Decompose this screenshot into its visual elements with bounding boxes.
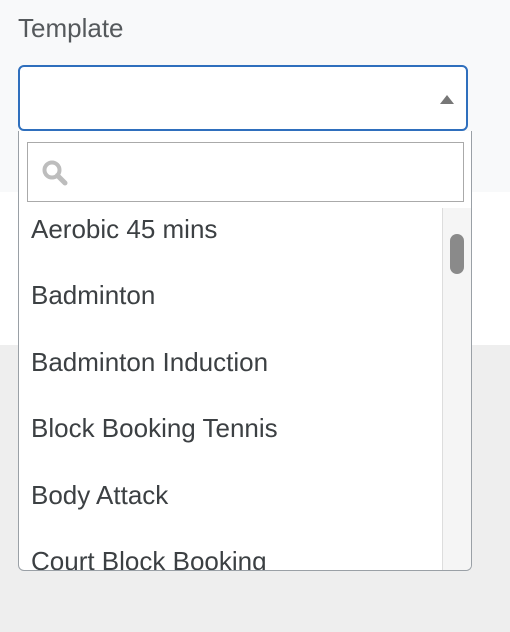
template-dropdown: Aerobic 45 mins Badminton Badminton Indu… (18, 131, 472, 571)
caret-up-icon (440, 95, 454, 104)
dropdown-search[interactable] (27, 142, 464, 202)
scrollbar-thumb[interactable] (450, 234, 464, 274)
options-list: Aerobic 45 mins Badminton Badminton Indu… (19, 208, 442, 570)
options-scrollbar[interactable] (442, 208, 471, 570)
search-icon (42, 160, 68, 186)
search-input[interactable] (76, 151, 455, 195)
option-block-booking-tennis[interactable]: Block Booking Tennis (19, 407, 442, 473)
template-select[interactable] (18, 65, 468, 131)
template-label: Template (18, 13, 124, 43)
option-court-block-booking[interactable]: Court Block Booking (19, 540, 442, 570)
option-badminton[interactable]: Badminton (19, 274, 442, 340)
option-body-attack[interactable]: Body Attack (19, 474, 442, 540)
option-aerobic-45-mins[interactable]: Aerobic 45 mins (19, 208, 442, 274)
option-badminton-induction[interactable]: Badminton Induction (19, 341, 442, 407)
